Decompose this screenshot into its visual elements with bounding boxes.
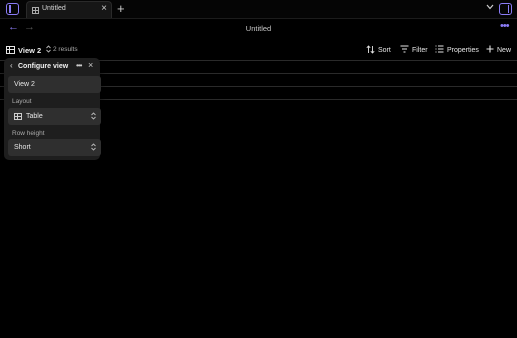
results-count: 2 results bbox=[53, 46, 78, 53]
table-icon bbox=[6, 46, 15, 54]
view-toolbar: View 2 2 results Sort Filter Properties … bbox=[0, 41, 517, 59]
properties-button[interactable]: Properties bbox=[435, 45, 479, 55]
layout-label: Layout bbox=[12, 98, 32, 105]
configure-view-popup: ‹ Configure view ••• × View 2 Layout Tab… bbox=[4, 58, 101, 160]
table-icon bbox=[14, 113, 22, 120]
popup-title: Configure view bbox=[18, 63, 69, 70]
popup-close-button[interactable]: × bbox=[88, 60, 93, 70]
properties-label: Properties bbox=[447, 46, 479, 54]
updown-chevron-icon bbox=[91, 143, 96, 153]
page-title: Untitled bbox=[245, 24, 272, 33]
layout-select[interactable]: Table bbox=[8, 108, 101, 125]
filter-button[interactable]: Filter bbox=[400, 45, 428, 55]
filter-label: Filter bbox=[412, 46, 428, 54]
tab-bar: Untitled × + bbox=[0, 0, 517, 19]
popup-more-button[interactable]: ••• bbox=[76, 61, 82, 70]
row-height-value: Short bbox=[14, 144, 31, 151]
sort-icon bbox=[366, 45, 375, 56]
row-height-select[interactable]: Short bbox=[8, 139, 101, 156]
right-panel-toggle-icon[interactable] bbox=[499, 3, 512, 15]
view-name-field[interactable]: View 2 bbox=[8, 76, 101, 93]
updown-chevron-icon bbox=[91, 112, 96, 122]
table-icon bbox=[32, 7, 39, 14]
view-name-value: View 2 bbox=[14, 81, 35, 88]
new-button[interactable]: New bbox=[486, 45, 511, 55]
nav-bar: ← → Untitled ••• bbox=[0, 19, 517, 39]
popup-back-button[interactable]: ‹ bbox=[10, 61, 13, 70]
list-icon bbox=[435, 45, 444, 55]
updown-chevron-icon bbox=[46, 45, 52, 55]
filter-icon bbox=[400, 45, 409, 55]
more-options-button[interactable]: ••• bbox=[500, 20, 510, 32]
sort-button[interactable]: Sort bbox=[366, 45, 391, 56]
layout-value: Table bbox=[26, 113, 43, 120]
chevron-down-icon[interactable] bbox=[486, 3, 494, 12]
row-height-label: Row height bbox=[12, 130, 45, 137]
tab-label: Untitled bbox=[42, 5, 66, 12]
plus-icon bbox=[486, 45, 494, 55]
new-tab-button[interactable]: + bbox=[117, 1, 125, 17]
tab-untitled[interactable]: Untitled × bbox=[26, 1, 112, 18]
sidebar-toggle-icon[interactable] bbox=[6, 3, 19, 15]
popup-header: ‹ Configure view ••• × bbox=[4, 58, 100, 74]
new-label: New bbox=[497, 46, 512, 54]
sort-label: Sort bbox=[378, 47, 391, 54]
view-selector-button[interactable]: View 2 bbox=[6, 44, 52, 56]
view-name: View 2 bbox=[18, 45, 42, 55]
close-tab-button[interactable]: × bbox=[101, 3, 107, 15]
